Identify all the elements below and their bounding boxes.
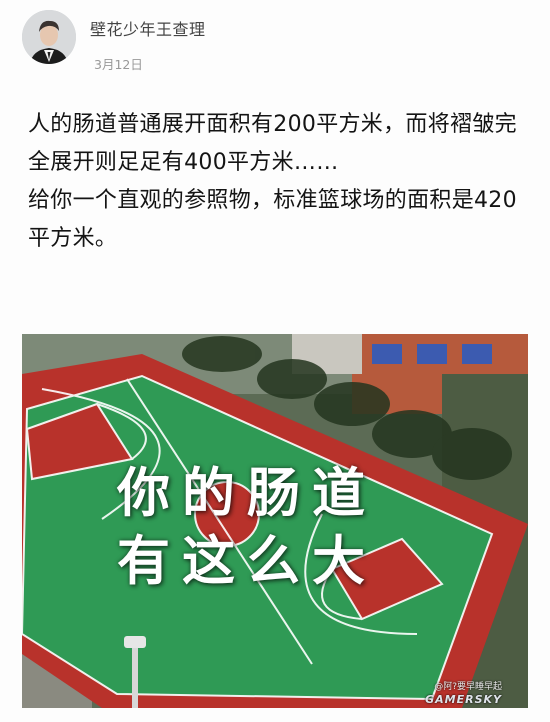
- avatar-portrait-icon: [22, 10, 76, 64]
- caption-line-1: 你的肠道: [117, 463, 377, 524]
- watermark-user: @阿?要早睡早起: [434, 682, 502, 692]
- watermark-brand: GAMERSKY: [425, 693, 502, 706]
- post-date: 3月12日: [94, 57, 143, 72]
- author-name[interactable]: 壁花少年王查理: [90, 16, 206, 40]
- avatar[interactable]: [22, 10, 76, 64]
- post-text: 人的肠道普通展开面积有200平方米，而将褶皱完全展开则足足有400平方米…… 给…: [28, 112, 517, 251]
- caption-line-2: 有这么大: [117, 531, 377, 592]
- post-image[interactable]: 你的肠道 有这么大 @阿?要早睡早起 GAMERSKY: [22, 334, 528, 708]
- image-caption-overlay: 你的肠道 有这么大: [117, 460, 377, 596]
- post-header: 壁花少年王查理 3月12日: [22, 10, 206, 72]
